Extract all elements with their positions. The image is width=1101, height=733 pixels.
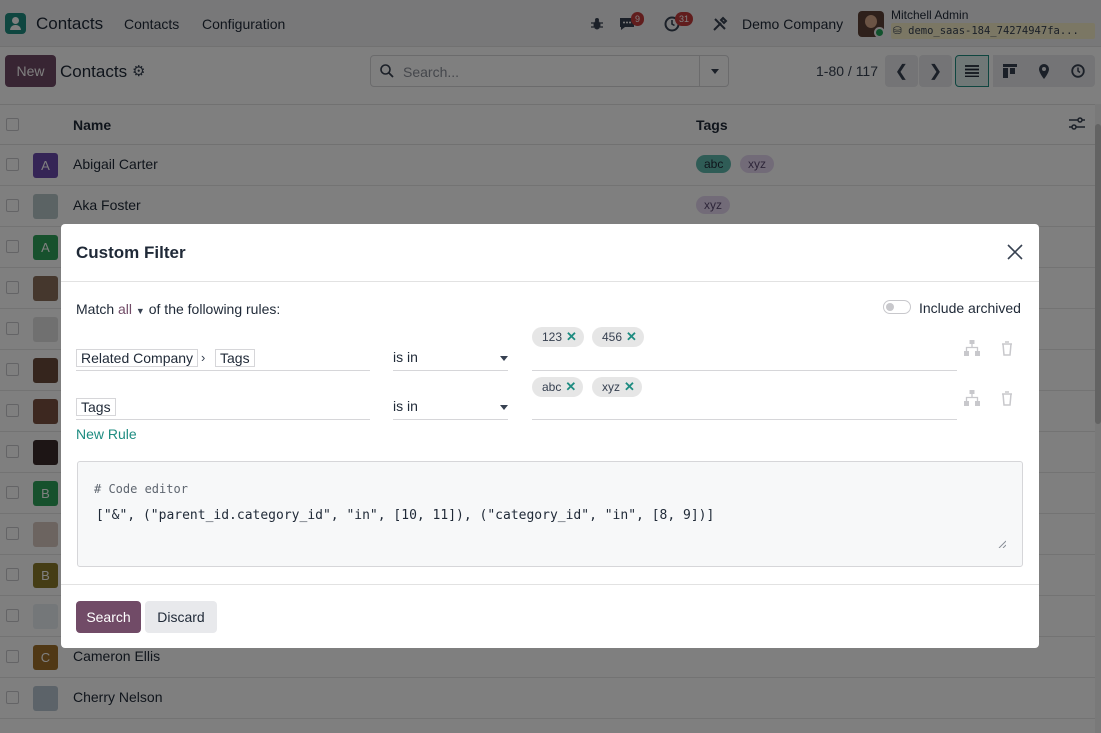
rule-operator-select[interactable]: is in bbox=[393, 398, 508, 420]
domain-code[interactable]: ["&", ("parent_id.category_id", "in", [1… bbox=[96, 508, 714, 523]
match-prefix: Match bbox=[76, 301, 115, 317]
match-selector[interactable]: all ▼ bbox=[118, 301, 145, 317]
dialog-footer-divider bbox=[61, 584, 1039, 585]
rule-value-field[interactable]: 123 ✕ 456 ✕ bbox=[532, 327, 957, 371]
close-icon[interactable] bbox=[1005, 242, 1025, 262]
remove-tag-icon[interactable]: ✕ bbox=[565, 379, 576, 394]
rule-path-field[interactable]: Tags bbox=[76, 398, 370, 420]
value-tag: 123 ✕ bbox=[532, 327, 584, 347]
match-suffix: of the following rules: bbox=[148, 301, 281, 317]
dialog-header: Custom Filter bbox=[61, 224, 1039, 282]
discard-button[interactable]: Discard bbox=[145, 601, 217, 633]
toggle-knob bbox=[886, 303, 894, 311]
trash-icon[interactable] bbox=[999, 390, 1015, 406]
value-tag: 456 ✕ bbox=[592, 327, 644, 347]
caret-down-icon bbox=[500, 405, 508, 410]
rule-value-field[interactable]: abc ✕ xyz ✕ bbox=[532, 377, 957, 420]
new-rule-link[interactable]: New Rule bbox=[76, 426, 137, 442]
include-archived-toggle[interactable] bbox=[883, 300, 911, 314]
dialog-title: Custom Filter bbox=[76, 243, 186, 262]
remove-tag-icon[interactable]: ✕ bbox=[566, 329, 577, 344]
trash-icon[interactable] bbox=[999, 340, 1015, 356]
value-tag-label: 456 bbox=[602, 330, 623, 344]
caret-down-icon bbox=[500, 356, 508, 361]
operator-value: is in bbox=[393, 349, 418, 365]
caret-down-icon: ▼ bbox=[135, 306, 145, 316]
remove-tag-icon[interactable]: ✕ bbox=[626, 329, 637, 344]
add-branch-icon[interactable] bbox=[964, 340, 980, 356]
rule-operator-select[interactable]: is in bbox=[393, 349, 508, 371]
remove-tag-icon[interactable]: ✕ bbox=[624, 379, 635, 394]
match-line: Match all ▼ of the following rules: bbox=[76, 301, 280, 317]
path-segment[interactable]: Related Company bbox=[76, 349, 199, 367]
include-archived-label: Include archived bbox=[919, 300, 1021, 316]
value-tag-label: 123 bbox=[542, 330, 563, 344]
search-button[interactable]: Search bbox=[76, 601, 141, 633]
code-editor-comment: # Code editor bbox=[94, 482, 188, 496]
filter-rule: Tags is in abc ✕ xyz ✕ bbox=[76, 377, 1012, 425]
filter-rule: Related Company › Tags is in 123 ✕ 456 ✕ bbox=[76, 327, 1012, 375]
path-segment[interactable]: Tags bbox=[76, 398, 116, 416]
code-editor[interactable]: # Code editor ["&", ("parent_id.category… bbox=[77, 461, 1023, 567]
value-tag: xyz ✕ bbox=[592, 377, 642, 397]
chevron-right-icon: › bbox=[201, 350, 206, 365]
resize-handle-icon[interactable] bbox=[998, 540, 1006, 548]
value-tag-label: xyz bbox=[602, 380, 620, 394]
custom-filter-dialog: Custom Filter Match all ▼ of the followi… bbox=[61, 224, 1039, 648]
path-segment[interactable]: Tags bbox=[215, 349, 255, 367]
value-tag-label: abc bbox=[542, 380, 562, 394]
add-branch-icon[interactable] bbox=[964, 390, 980, 406]
match-value: all bbox=[118, 301, 133, 317]
operator-value: is in bbox=[393, 398, 418, 414]
rule-path-field[interactable]: Related Company › Tags bbox=[76, 349, 370, 371]
value-tag: abc ✕ bbox=[532, 377, 584, 397]
